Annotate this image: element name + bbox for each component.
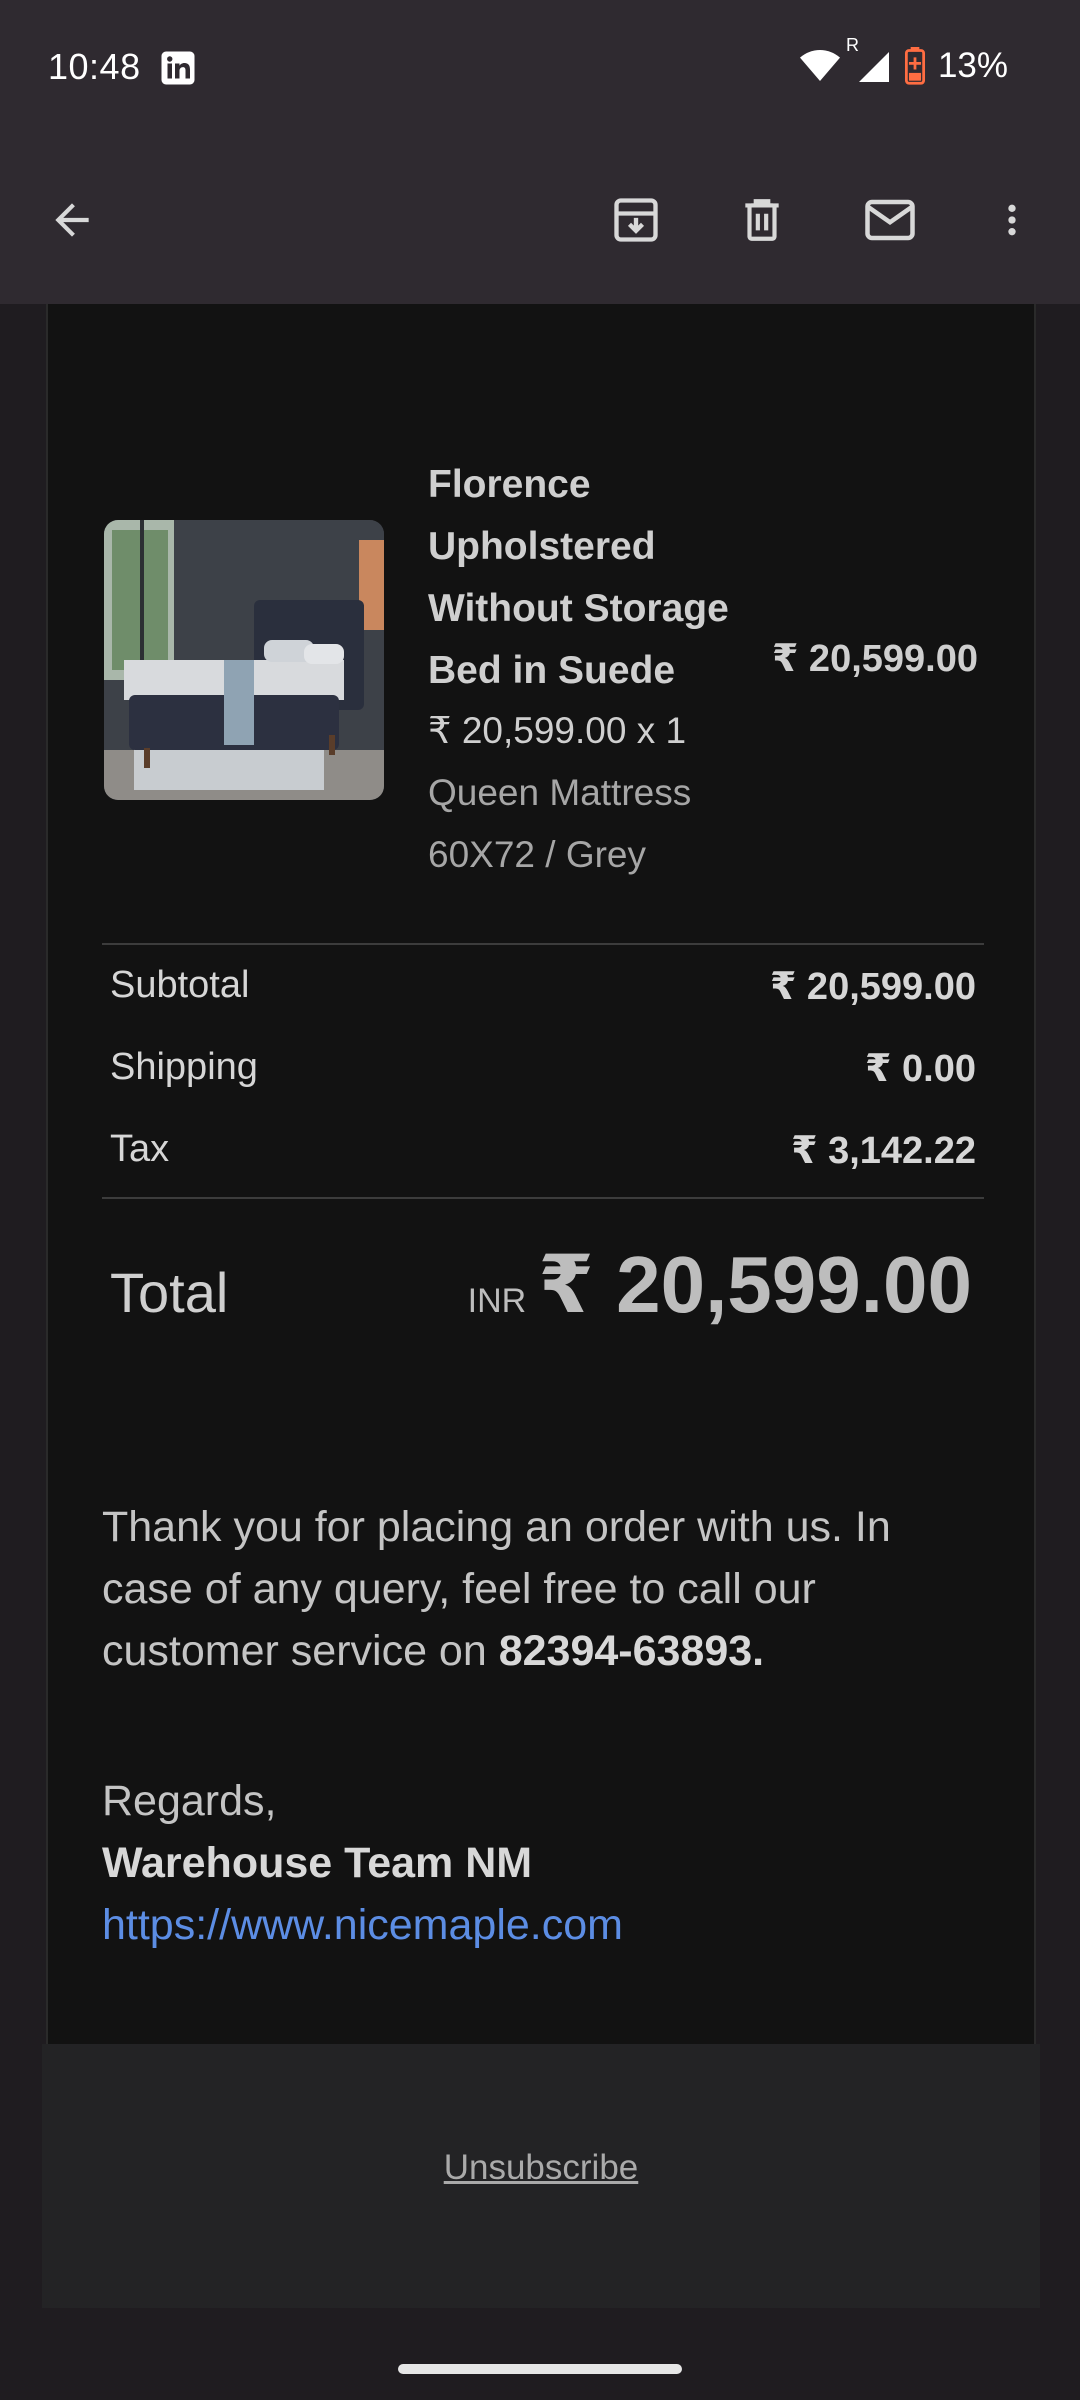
divider bbox=[102, 943, 984, 945]
product-price: ₹ 20,599.00 bbox=[771, 638, 978, 680]
email-body: Florence Upholstered Without Storage Bed… bbox=[46, 304, 1036, 2044]
battery-level: 13% bbox=[937, 46, 1008, 85]
wifi-icon bbox=[799, 50, 840, 81]
product-variant: Queen Mattress 60X72 / Grey bbox=[428, 772, 692, 875]
mark-unread-icon[interactable] bbox=[858, 188, 922, 252]
tax-label: Tax bbox=[110, 1128, 170, 1170]
back-arrow-icon[interactable] bbox=[40, 188, 104, 252]
more-vert-icon[interactable] bbox=[980, 188, 1044, 252]
thank-you-message: Thank you for placing an order with us. … bbox=[102, 1496, 982, 1682]
shipping-row: Shipping ₹ 0.00 bbox=[110, 1046, 976, 1091]
subtotal-value: ₹ 20,599.00 bbox=[769, 966, 976, 1008]
product-image[interactable] bbox=[104, 520, 384, 800]
product-name[interactable]: Florence Upholstered Without Storage Bed… bbox=[428, 454, 758, 702]
linkedin-icon bbox=[161, 51, 195, 85]
subtotal-row: Subtotal ₹ 20,599.00 bbox=[110, 964, 976, 1009]
status-time: 10:48 bbox=[48, 46, 141, 87]
support-phone[interactable]: 82394-63893. bbox=[499, 1627, 764, 1675]
total-currency: INR bbox=[467, 1282, 527, 1320]
signal-icon: R bbox=[846, 35, 892, 85]
archive-icon[interactable] bbox=[604, 188, 668, 252]
status-bar: 10:48 R 13% bbox=[0, 0, 1080, 136]
website-link[interactable]: https://www.nicemaple.com bbox=[102, 1894, 623, 1956]
shipping-value: ₹ 0.00 bbox=[865, 1048, 976, 1090]
unsubscribe-link[interactable]: Unsubscribe bbox=[42, 2148, 1040, 2188]
thank-you-text: Thank you for placing an order with us. … bbox=[102, 1503, 891, 1675]
tax-value: ₹ 3,142.22 bbox=[791, 1130, 976, 1172]
delete-icon[interactable] bbox=[730, 188, 794, 252]
subtotal-label: Subtotal bbox=[110, 964, 250, 1006]
divider bbox=[102, 1197, 984, 1199]
battery-icon bbox=[904, 47, 925, 85]
total-label: Total bbox=[110, 1261, 229, 1324]
bed-product-photo bbox=[104, 520, 384, 800]
tax-row: Tax ₹ 3,142.22 bbox=[110, 1128, 976, 1173]
shipping-label: Shipping bbox=[110, 1046, 258, 1088]
regards-text: Regards, bbox=[102, 1777, 277, 1825]
home-indicator[interactable] bbox=[398, 2364, 682, 2374]
email-footer: Unsubscribe bbox=[42, 2044, 1040, 2308]
app-bar bbox=[0, 136, 1080, 304]
total-amount: INR ₹ 20,599.00 bbox=[468, 1238, 972, 1331]
product-quantity: ₹ 20,599.00 x 1 bbox=[428, 710, 687, 751]
team-signature: Warehouse Team NM bbox=[102, 1839, 533, 1887]
total-value: ₹ 20,599.00 bbox=[538, 1240, 972, 1329]
roaming-indicator: R bbox=[845, 35, 859, 55]
status-indicators: R 13% bbox=[799, 35, 1008, 86]
